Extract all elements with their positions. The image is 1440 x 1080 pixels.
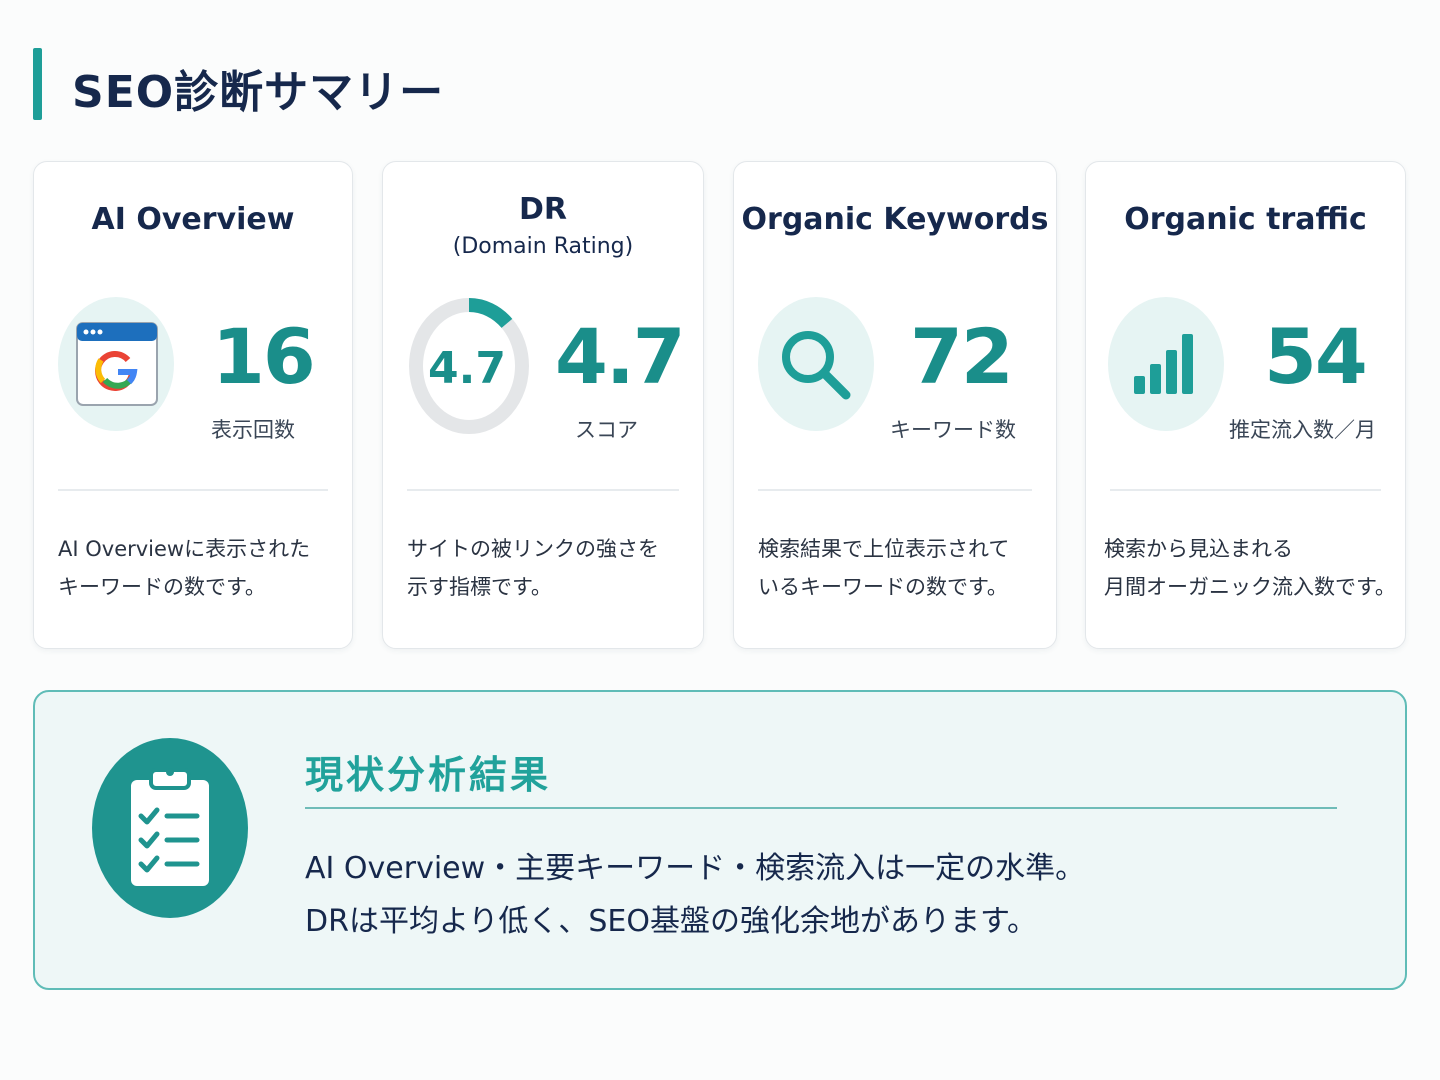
card-domain-rating: DR (Domain Rating) 4.7 4.7 スコア サイトの被リンクの… <box>382 161 704 649</box>
search-icon <box>782 331 851 400</box>
result-divider <box>305 807 1337 809</box>
card-title: DR <box>518 192 567 227</box>
card-divider <box>58 489 328 491</box>
card-ai-overview: AI Overview 16 表示回数 AI Overviewに表示された キー… <box>33 161 353 649</box>
card-subtitle: (Domain Rating) <box>452 234 634 259</box>
metric-label: 表示回数 <box>211 418 295 442</box>
card-divider <box>758 489 1032 491</box>
page-title: SEO診断サマリー <box>72 67 445 118</box>
card-organic-keywords: Organic Keywords 72 キーワード数 検索結果で上位表示されて … <box>733 161 1057 649</box>
result-text: AI Overview・主要キーワード・検索流入は一定の水準。 DRは平均より低… <box>305 842 1085 948</box>
card-title: AI Overview <box>91 202 295 237</box>
metric-value: 72 <box>910 312 1014 401</box>
card-description: サイトの被リンクの強さを 示す指標です。 <box>407 537 659 599</box>
result-line: DRは平均より低く、SEO基盤の強化余地があります。 <box>305 904 1037 939</box>
bar-chart-icon <box>1134 334 1193 394</box>
title-accent-bar <box>33 48 42 120</box>
metric-label: 推定流入数／月 <box>1229 418 1376 442</box>
card-description: 検索から見込まれる 月間オーガニック流入数です。 <box>1104 537 1396 599</box>
google-browser-icon <box>76 322 158 406</box>
card-divider <box>407 489 679 491</box>
result-title: 現状分析結果 <box>305 753 552 797</box>
result-line: AI Overview・主要キーワード・検索流入は一定の水準。 <box>305 851 1086 886</box>
metric-value: 16 <box>212 312 316 401</box>
card-title: Organic Keywords <box>741 202 1049 237</box>
card-title: Organic traffic <box>1124 202 1367 237</box>
analysis-result-panel: 現状分析結果 AI Overview・主要キーワード・検索流入は一定の水準。 D… <box>33 690 1407 990</box>
gauge-value: 4.7 <box>428 343 506 394</box>
metric-label: スコア <box>575 418 638 442</box>
metric-label: キーワード数 <box>890 418 1016 442</box>
card-divider <box>1110 489 1381 491</box>
metric-value: 54 <box>1264 312 1368 401</box>
clipboard-checklist-icon <box>131 768 209 886</box>
card-description: 検索結果で上位表示されて いるキーワードの数です。 <box>758 537 1010 599</box>
metric-value: 4.7 <box>555 312 686 401</box>
card-organic-traffic: Organic traffic 54 推定流入数／月 検索から見込まれる 月間オ… <box>1085 161 1406 649</box>
card-description: AI Overviewに表示された キーワードの数です。 <box>58 537 311 599</box>
donut-gauge-icon: 4.7 <box>409 298 529 434</box>
